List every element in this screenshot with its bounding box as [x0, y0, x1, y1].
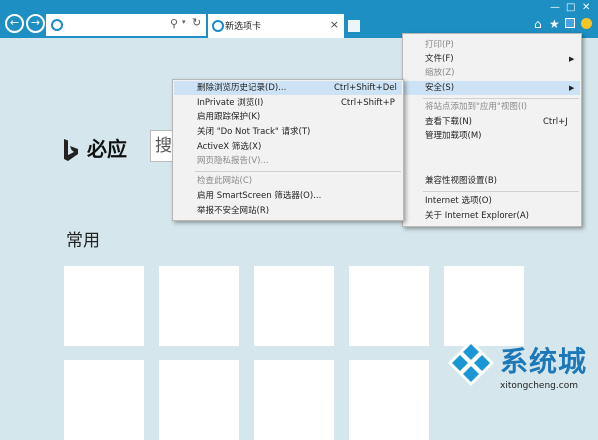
address-bar[interactable]: ⚲ ▾ ↻ — [46, 14, 206, 36]
minimize-icon[interactable]: — — [550, 2, 560, 13]
frequent-sites-heading: 常用 — [66, 231, 100, 251]
menu-item-inprivate[interactable]: InPrivate 浏览(I) Ctrl+Shift+P — [173, 96, 403, 110]
ie-icon — [51, 19, 63, 31]
watermark-url: xitongcheng.com — [500, 381, 578, 391]
back-button[interactable]: ← — [5, 14, 24, 33]
tab-new[interactable]: 新选项卡 × — [208, 14, 344, 38]
menu-item-compat-view[interactable]: 兼容性视图设置(B) — [403, 174, 581, 188]
menu-item-delete-history[interactable]: 删除浏览历史记录(D)... Ctrl+Shift+Del — [174, 81, 402, 95]
menu-item-internet-options[interactable]: Internet 选项(O) — [403, 194, 581, 208]
tools-menu: 打印(P) 文件(F) ▶ 缩放(Z) 安全(S) ▶ 将站点添加到"应用"视图… — [402, 33, 582, 227]
menu-item-print[interactable]: 打印(P) — [403, 38, 581, 52]
site-tile[interactable] — [159, 360, 239, 440]
refresh-icon[interactable]: ↻ — [192, 16, 201, 29]
search-icon[interactable]: ⚲ — [170, 17, 178, 30]
safety-submenu: 删除浏览历史记录(D)... Ctrl+Shift+Del InPrivate … — [172, 79, 404, 221]
favorites-star-icon[interactable]: ★ — [549, 17, 560, 31]
menu-item-check-site[interactable]: 检查此网站(C) — [173, 174, 403, 188]
menu-item-add-site-to-apps[interactable]: 将站点添加到"应用"视图(I) — [403, 100, 581, 114]
menu-item-report-unsafe[interactable]: 举报不安全网站(R) — [173, 204, 403, 218]
menu-item-zoom[interactable]: 缩放(Z) — [403, 66, 581, 80]
menu-item-safety[interactable]: 安全(S) ▶ — [404, 81, 580, 95]
maximize-icon[interactable]: □ — [566, 2, 575, 13]
site-tile[interactable] — [349, 266, 429, 346]
site-tile[interactable] — [349, 360, 429, 440]
menu-item-activex-filtering[interactable]: ActiveX 筛选(X) — [173, 140, 403, 154]
forward-button[interactable]: → — [26, 14, 45, 33]
menu-item-manage-addons[interactable]: 管理加载项(M) — [403, 129, 581, 143]
tab-label: 新选项卡 — [225, 22, 262, 32]
site-tile[interactable] — [64, 360, 144, 440]
site-tile[interactable] — [254, 266, 334, 346]
submenu-arrow-icon: ▶ — [569, 84, 575, 92]
site-tile[interactable] — [444, 266, 524, 346]
menu-item-about-ie[interactable]: 关于 Internet Explorer(A) — [403, 209, 581, 223]
menu-item-do-not-track[interactable]: 关闭 "Do Not Track" 请求(T) — [173, 125, 403, 139]
menu-item-privacy-report[interactable]: 网页隐私报告(V)... — [173, 154, 403, 168]
bing-b-icon — [64, 138, 78, 161]
dropdown-icon[interactable]: ▾ — [182, 18, 186, 26]
close-icon[interactable]: ✕ — [582, 2, 590, 13]
site-tile[interactable] — [254, 360, 334, 440]
bing-logo: 必应 — [62, 133, 127, 164]
watermark-logo-icon — [448, 340, 494, 386]
site-tile[interactable] — [159, 266, 239, 346]
submenu-arrow-icon: ▶ — [569, 55, 575, 63]
tools-gear-icon[interactable] — [565, 18, 575, 28]
menu-separator — [423, 98, 579, 99]
tab-close-icon[interactable]: × — [330, 18, 339, 31]
tab-ie-icon — [212, 20, 224, 32]
watermark-brand: 系统城 — [500, 345, 588, 378]
menu-separator — [423, 191, 579, 192]
smiley-feedback-icon[interactable] — [581, 18, 592, 29]
bing-search-glyph: 搜 — [155, 136, 172, 156]
menu-item-view-downloads[interactable]: 查看下载(N) Ctrl+J — [403, 115, 581, 129]
menu-item-tracking-protection[interactable]: 启用跟踪保护(K) — [173, 110, 403, 124]
home-icon[interactable]: ⌂ — [534, 17, 542, 31]
site-tile[interactable] — [64, 266, 144, 346]
menu-item-smartscreen[interactable]: 启用 SmartScreen 筛选器(O)... — [173, 189, 403, 203]
menu-separator — [195, 171, 401, 172]
bing-name: 必应 — [86, 137, 127, 161]
new-tab-button[interactable] — [348, 20, 360, 32]
menu-item-file[interactable]: 文件(F) ▶ — [403, 52, 581, 66]
